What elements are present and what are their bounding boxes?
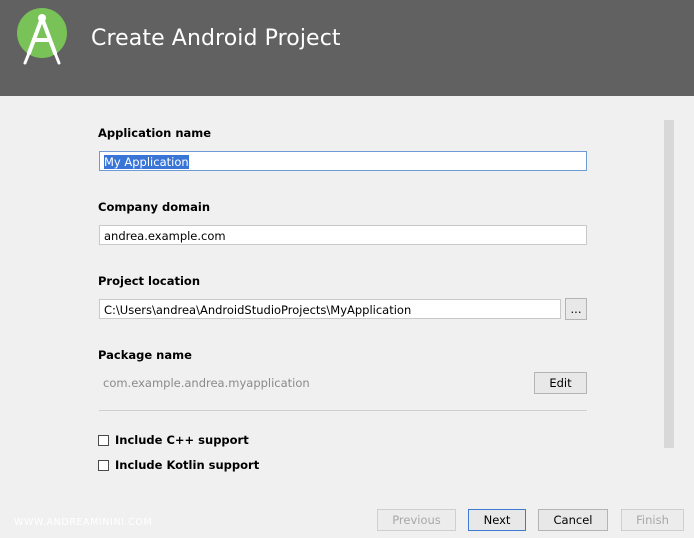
- kotlin-support-label: Include Kotlin support: [115, 458, 260, 472]
- android-studio-logo-icon: [17, 8, 67, 65]
- browse-location-button[interactable]: ...: [565, 298, 587, 320]
- form-divider: [99, 410, 587, 411]
- cpp-support-checkbox[interactable]: [98, 435, 109, 446]
- previous-button[interactable]: Previous: [377, 509, 456, 531]
- dialog-header: Create Android Project: [0, 0, 694, 96]
- cancel-button[interactable]: Cancel: [538, 509, 608, 531]
- next-button[interactable]: Next: [468, 509, 526, 531]
- vertical-scrollbar[interactable]: [664, 120, 674, 448]
- watermark-text: WWW.ANDREAMININI.COM: [14, 517, 153, 528]
- dialog-title: Create Android Project: [91, 26, 341, 51]
- company-domain-input[interactable]: andrea.example.com: [99, 225, 587, 245]
- project-location-label: Project location: [98, 274, 201, 288]
- package-name-value: com.example.andrea.myapplication: [103, 376, 310, 390]
- finish-button[interactable]: Finish: [621, 509, 684, 531]
- edit-package-button[interactable]: Edit: [534, 372, 587, 394]
- project-location-input[interactable]: C:\Users\andrea\AndroidStudioProjects\My…: [99, 299, 561, 319]
- cpp-support-label: Include C++ support: [115, 433, 249, 447]
- company-domain-label: Company domain: [98, 200, 211, 214]
- kotlin-support-checkbox[interactable]: [98, 460, 109, 471]
- app-name-input[interactable]: My Application: [99, 151, 587, 171]
- app-name-value: My Application: [104, 155, 189, 169]
- app-name-label: Application name: [98, 126, 212, 140]
- package-name-label: Package name: [98, 348, 192, 362]
